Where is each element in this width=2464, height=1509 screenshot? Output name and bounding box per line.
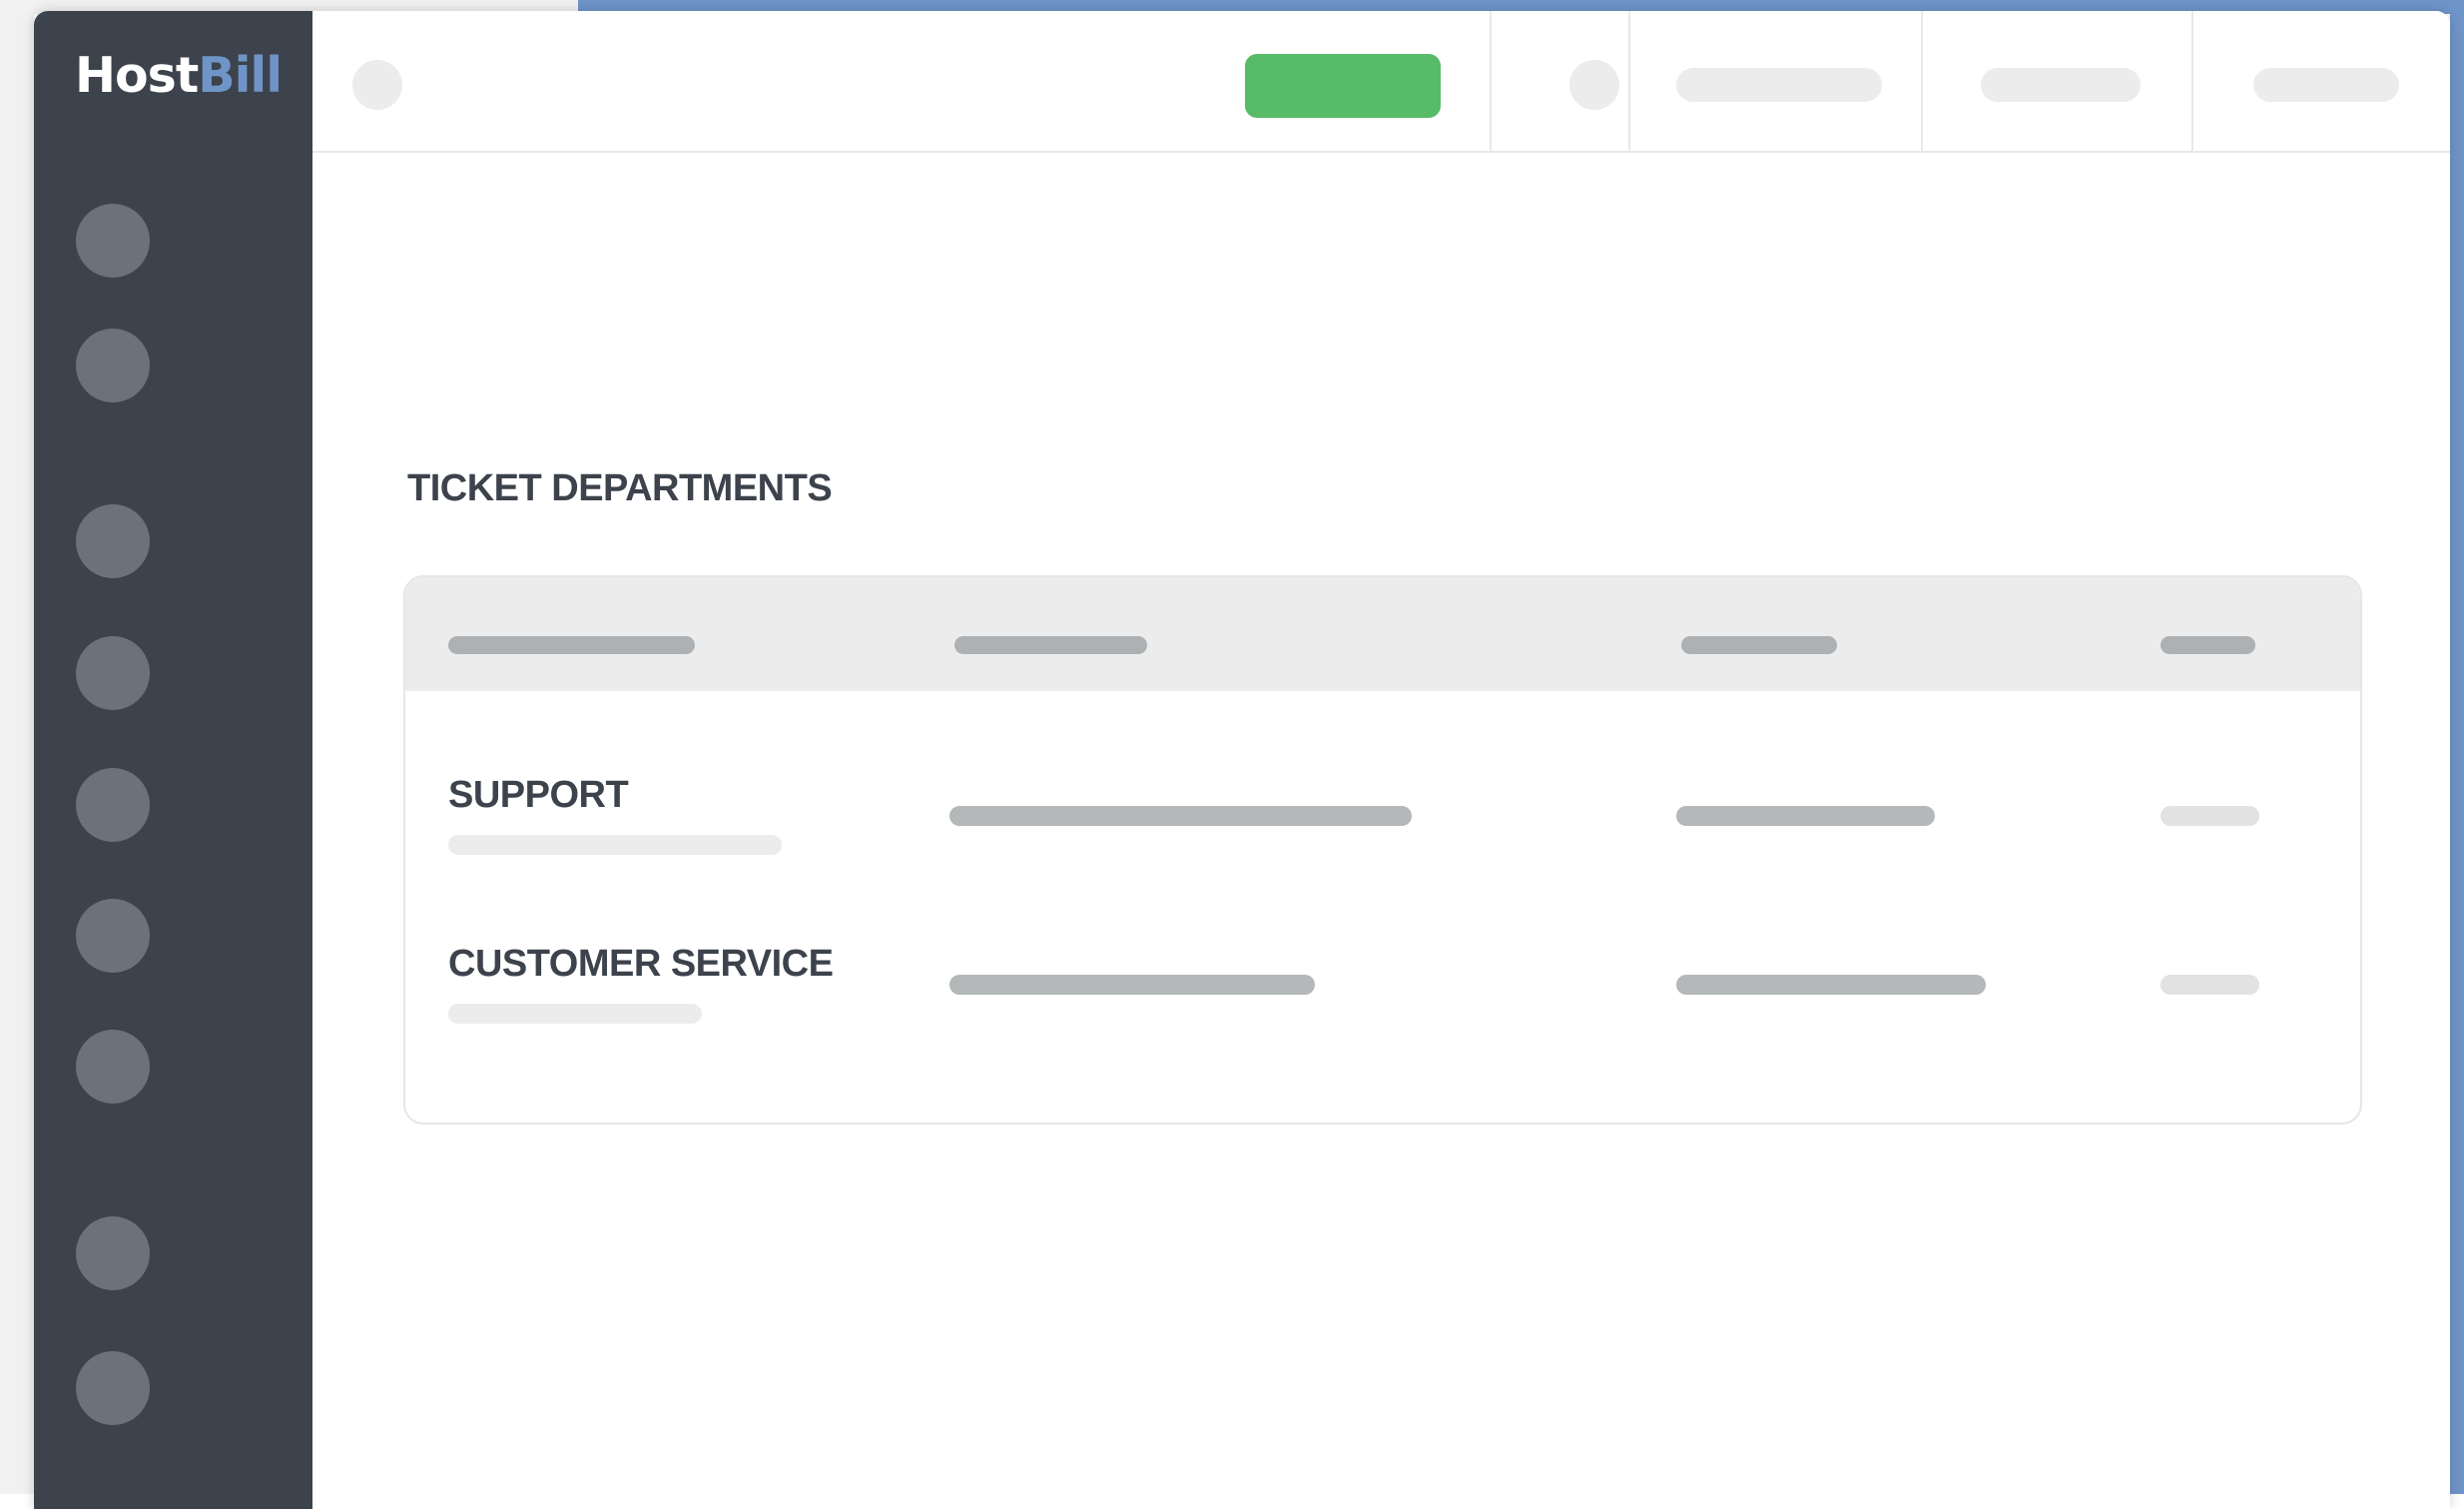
department-cell-2 xyxy=(949,806,1412,826)
department-subtitle xyxy=(448,1004,702,1024)
hostbill-logo[interactable]: HostBill xyxy=(75,51,283,100)
topbar-divider xyxy=(2191,11,2193,151)
column-header-4[interactable] xyxy=(2160,636,2255,654)
table-header xyxy=(405,577,2360,691)
sidebar: HostBill xyxy=(34,11,312,1509)
topbar-menu-icon[interactable] xyxy=(352,60,402,110)
sidebar-nav-item-1[interactable] xyxy=(76,204,150,278)
column-header-3[interactable] xyxy=(1681,636,1837,654)
department-name[interactable]: CUSTOMER SERVICE xyxy=(448,943,834,986)
logo-host-text: Host xyxy=(75,47,199,104)
app-window: HostBill TICKET DEPARTMENTS SUPPORT CUST… xyxy=(34,11,2450,1509)
sidebar-nav-item-2[interactable] xyxy=(76,329,150,402)
department-cell-3 xyxy=(1676,806,1935,826)
department-cell-3 xyxy=(1676,975,1986,995)
department-cell-4 xyxy=(2160,806,2259,826)
backdrop-right-accent xyxy=(2450,0,2464,1494)
topbar-menu-item-2[interactable] xyxy=(1981,68,2141,102)
department-cell-2 xyxy=(949,975,1315,995)
topbar-divider xyxy=(1490,11,1492,151)
sidebar-nav-item-5[interactable] xyxy=(76,768,150,842)
sidebar-nav-item-8[interactable] xyxy=(76,1216,150,1290)
sidebar-nav-item-4[interactable] xyxy=(76,636,150,710)
backdrop-left xyxy=(0,0,34,1494)
departments-table: SUPPORT CUSTOMER SERVICE xyxy=(403,575,2362,1125)
sidebar-nav-item-6[interactable] xyxy=(76,899,150,973)
topbar-notification-icon[interactable] xyxy=(1569,60,1619,110)
topbar-divider xyxy=(1628,11,1630,151)
sidebar-nav-item-3[interactable] xyxy=(76,504,150,578)
topbar-divider xyxy=(1921,11,1923,151)
topbar-menu-item-3[interactable] xyxy=(2253,68,2399,102)
column-header-2[interactable] xyxy=(954,636,1147,654)
topbar-menu-item-1[interactable] xyxy=(1676,68,1882,102)
department-cell-4 xyxy=(2160,975,2259,995)
topbar-primary-button[interactable] xyxy=(1245,54,1441,118)
sidebar-nav-item-7[interactable] xyxy=(76,1030,150,1104)
department-subtitle xyxy=(448,835,782,855)
department-name[interactable]: SUPPORT xyxy=(448,774,629,817)
column-header-1[interactable] xyxy=(448,636,695,654)
sidebar-nav-item-9[interactable] xyxy=(76,1351,150,1425)
page-title: TICKET DEPARTMENTS xyxy=(407,467,833,509)
logo-bill-text: Bill xyxy=(198,47,283,104)
top-bar xyxy=(312,11,2450,153)
